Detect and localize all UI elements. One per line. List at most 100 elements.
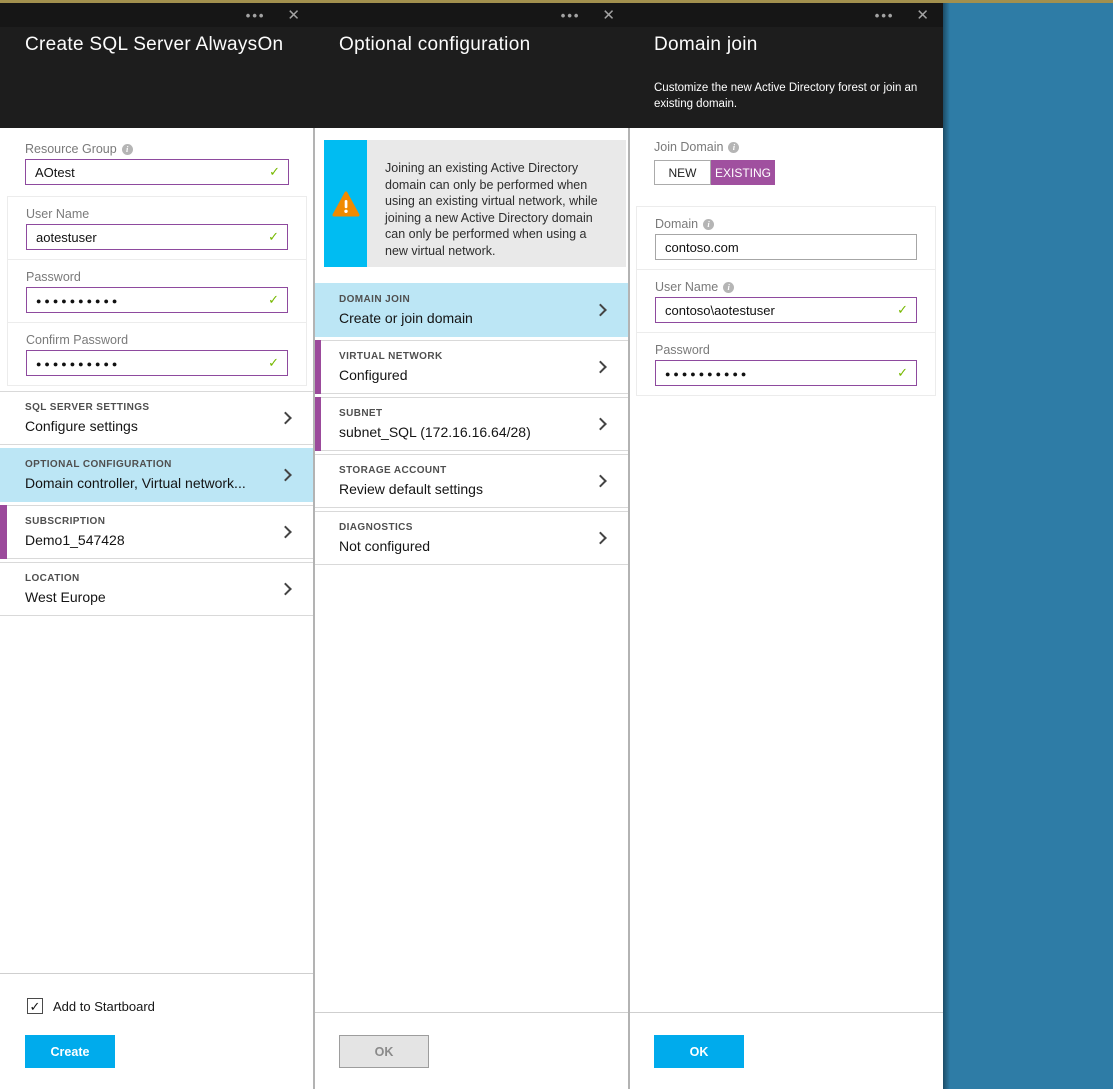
warning-text: Joining an existing Active Directory dom… [367, 140, 626, 267]
blade1-header: Create SQL Server AlwaysOn [0, 27, 314, 128]
item-value: subnet_SQL (172.16.16.64/28) [339, 424, 531, 440]
resource-group-input[interactable] [25, 159, 289, 185]
password-input[interactable] [26, 287, 288, 313]
storage-account-item[interactable]: STORAGE ACCOUNT Review default settings [314, 454, 629, 508]
valid-check-icon: ✓ [268, 355, 279, 370]
page-title: Domain join [654, 34, 758, 55]
blade2-command-bar: ••• ✕ [314, 3, 629, 27]
startboard-checkbox[interactable]: ✓ [27, 998, 43, 1014]
virtual-network-item[interactable]: VIRTUAL NETWORK Configured [314, 340, 629, 394]
join-domain-label: Join Domain i [654, 140, 943, 154]
password-input-wrap: ✓ [26, 287, 288, 313]
optional-configuration-item[interactable]: OPTIONAL CONFIGURATION Domain controller… [0, 448, 314, 502]
blade-divider [628, 128, 630, 1089]
item-label: OPTIONAL CONFIGURATION [25, 459, 172, 470]
blade3-header: Domain join Customize the new Active Dir… [629, 27, 943, 128]
confirm-password-input-wrap: ✓ [26, 350, 288, 376]
domain-username-field-group: User Namei ✓ [636, 269, 936, 333]
domain-username-input[interactable] [655, 297, 917, 323]
blade-shadow [943, 0, 950, 1089]
subscription-item[interactable]: SUBSCRIPTION Demo1_547428 [0, 505, 314, 559]
blade1-settings-list: SQL SERVER SETTINGS Configure settings O… [0, 391, 314, 616]
valid-check-icon: ✓ [268, 292, 279, 307]
item-value: Domain controller, Virtual network... [25, 475, 246, 491]
resource-group-field-group: Resource Groupi ✓ [0, 132, 314, 196]
page-title: Optional configuration [339, 34, 531, 55]
info-icon: i [723, 282, 735, 293]
page-title: Create SQL Server AlwaysOn [25, 34, 284, 55]
domain-password-field-group: Password ✓ [636, 332, 936, 396]
item-label: LOCATION [25, 573, 80, 584]
sql-server-settings-item[interactable]: SQL SERVER SETTINGS Configure settings [0, 391, 314, 445]
ok-button[interactable]: OK [654, 1035, 744, 1068]
more-icon[interactable]: ••• [875, 9, 895, 22]
item-label: SUBSCRIPTION [25, 516, 106, 527]
username-input[interactable] [26, 224, 288, 250]
close-icon[interactable]: ✕ [287, 8, 300, 23]
close-icon[interactable]: ✕ [916, 8, 929, 23]
warning-notice: Joining an existing Active Directory dom… [324, 140, 626, 267]
more-icon[interactable]: ••• [561, 9, 581, 22]
item-value: Configure settings [25, 418, 138, 434]
username-input-wrap: ✓ [26, 224, 288, 250]
resource-group-input-wrap: ✓ [25, 159, 289, 185]
domain-label: Domain i [655, 217, 715, 231]
valid-check-icon: ✓ [897, 302, 908, 317]
confirm-password-field-group: Confirm Password ✓ [7, 322, 307, 386]
blade1-body: Resource Groupi ✓ User Name ✓ Password [0, 128, 314, 1089]
item-label: DOMAIN JOIN [339, 294, 411, 305]
item-value: Review default settings [339, 481, 483, 497]
more-icon[interactable]: ••• [246, 9, 266, 22]
password-label: Password [26, 270, 81, 284]
domain-input[interactable] [655, 234, 917, 260]
confirm-password-input[interactable] [26, 350, 288, 376]
item-label: SQL SERVER SETTINGS [25, 402, 150, 413]
blade2-header: Optional configuration [314, 27, 629, 128]
domain-password-input[interactable] [655, 360, 917, 386]
top-gold-strip [0, 0, 1113, 3]
password-field-group: Password ✓ [7, 259, 307, 323]
join-domain-existing-option[interactable]: EXISTING [711, 160, 775, 185]
blade-domain-join: ••• ✕ Domain join Customize the new Acti… [629, 0, 943, 1089]
valid-check-icon: ✓ [897, 365, 908, 380]
join-domain-toggle: NEW EXISTING [654, 160, 943, 185]
add-to-startboard-row[interactable]: ✓ Add to Startboard [27, 998, 155, 1014]
valid-check-icon: ✓ [268, 229, 279, 244]
azure-portal-screen: ••• ✕ Create SQL Server AlwaysOn Resourc… [0, 0, 1113, 1089]
blade-create-sql-server: ••• ✕ Create SQL Server AlwaysOn Resourc… [0, 0, 314, 1089]
blade3-footer: OK [629, 1012, 943, 1089]
diagnostics-item[interactable]: DIAGNOSTICS Not configured [314, 511, 629, 565]
location-item[interactable]: LOCATION West Europe [0, 562, 314, 616]
blade1-fields: Resource Groupi ✓ User Name ✓ Password [0, 132, 314, 386]
create-button[interactable]: Create [25, 1035, 115, 1068]
domain-join-item[interactable]: DOMAIN JOIN Create or join domain [314, 283, 629, 337]
item-label: STORAGE ACCOUNT [339, 465, 447, 476]
info-icon: i [703, 219, 715, 230]
close-icon[interactable]: ✕ [602, 8, 615, 23]
blade2-footer: OK [314, 1012, 629, 1089]
item-value: Configured [339, 367, 408, 383]
ok-button-disabled[interactable]: OK [339, 1035, 429, 1068]
resource-group-label: Resource Group i [25, 142, 133, 156]
item-value: Create or join domain [339, 310, 473, 326]
blade1-command-bar: ••• ✕ [0, 3, 314, 27]
blade2-settings-list: DOMAIN JOIN Create or join domain VIRTUA… [314, 283, 629, 565]
blade2-body: Joining an existing Active Directory dom… [314, 128, 629, 1089]
blade3-body: Join Domaini NEW EXISTING Domaini User N… [629, 128, 943, 1089]
startboard-checkbox-label: Add to Startboard [53, 998, 155, 1014]
item-value: Not configured [339, 538, 431, 554]
domain-username-input-wrap: ✓ [655, 297, 917, 323]
item-label: DIAGNOSTICS [339, 522, 413, 533]
item-label: SUBNET [339, 408, 383, 419]
join-domain-new-option[interactable]: NEW [654, 160, 711, 185]
item-value: West Europe [25, 589, 106, 605]
info-icon: i [121, 144, 133, 155]
blade3-command-bar: ••• ✕ [629, 3, 943, 27]
valid-check-icon: ✓ [269, 164, 280, 179]
warning-badge [324, 140, 367, 267]
confirm-password-label: Confirm Password [26, 333, 129, 347]
subnet-item[interactable]: SUBNET subnet_SQL (172.16.16.64/28) [314, 397, 629, 451]
domain-input-wrap [655, 234, 917, 260]
domain-password-input-wrap: ✓ [655, 360, 917, 386]
blade-divider [313, 128, 315, 1089]
